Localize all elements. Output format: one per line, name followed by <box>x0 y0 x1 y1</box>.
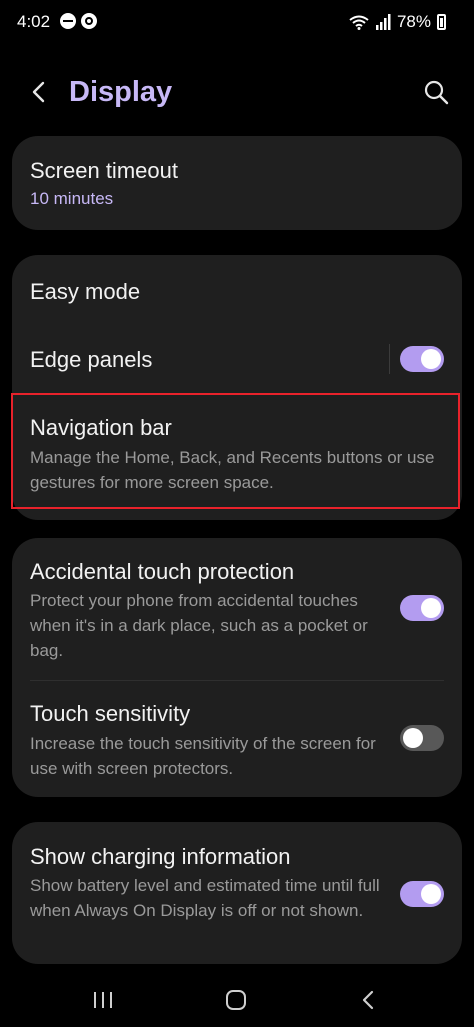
touch-sensitivity-title: Touch sensitivity <box>30 701 191 726</box>
accidental-touch-title: Accidental touch protection <box>30 559 295 584</box>
easy-mode-title: Easy mode <box>30 279 141 304</box>
home-icon[interactable] <box>223 988 249 1012</box>
screen-timeout-card: Screen timeout 10 minutes <box>12 136 462 230</box>
edge-panels-title: Edge panels <box>30 347 153 372</box>
charging-info-card: Show charging information Show battery l… <box>12 822 462 964</box>
screen-timeout-value: 10 minutes <box>30 189 114 208</box>
screen-timeout-row[interactable]: Screen timeout 10 minutes <box>12 136 462 230</box>
app-header: Display <box>0 60 474 130</box>
charging-info-title: Show charging information <box>30 844 291 869</box>
recents-icon[interactable] <box>90 988 116 1012</box>
toggle-separator <box>389 344 390 374</box>
battery-icon <box>437 14 446 30</box>
charging-info-row[interactable]: Show charging information Show battery l… <box>12 822 462 964</box>
edge-panels-toggle[interactable] <box>400 346 444 372</box>
accidental-touch-row[interactable]: Accidental touch protection Protect your… <box>12 538 462 680</box>
touch-sensitivity-description: Increase the touch sensitivity of the sc… <box>30 734 376 778</box>
toggle-knob <box>403 728 423 748</box>
accidental-touch-toggle[interactable] <box>400 595 444 621</box>
back-chevron-icon[interactable] <box>26 78 54 106</box>
toggle-knob <box>421 884 441 904</box>
status-right: 78% <box>349 12 446 32</box>
accidental-touch-description: Protect your phone from accidental touch… <box>30 591 368 660</box>
navigation-bar-highlight <box>11 393 460 509</box>
toggle-knob <box>421 349 441 369</box>
status-bar: 4:02 78% <box>0 0 474 46</box>
battery-label: 78% <box>396 12 431 31</box>
touch-options-card: Accidental touch protection Protect your… <box>12 538 462 797</box>
dnd-icon <box>60 13 76 29</box>
page-title: Display <box>69 76 173 108</box>
charging-info-description: Show battery level and estimated time un… <box>30 876 380 920</box>
system-navigation-bar <box>0 972 474 1027</box>
touch-sensitivity-row[interactable]: Touch sensitivity Increase the touch sen… <box>12 681 462 797</box>
status-time: 4:02 <box>17 12 51 31</box>
screen-timeout-title: Screen timeout <box>30 158 178 183</box>
easy-mode-row[interactable]: Easy mode <box>12 255 462 325</box>
signal-icon <box>375 14 391 30</box>
sync-icon <box>81 13 97 29</box>
search-icon[interactable] <box>422 78 450 106</box>
toggle-knob <box>421 598 441 618</box>
back-icon[interactable] <box>356 988 382 1012</box>
charging-info-toggle[interactable] <box>400 881 444 907</box>
edge-panels-row[interactable]: Edge panels <box>12 325 462 393</box>
touch-sensitivity-toggle[interactable] <box>400 725 444 751</box>
wifi-icon <box>349 15 369 30</box>
